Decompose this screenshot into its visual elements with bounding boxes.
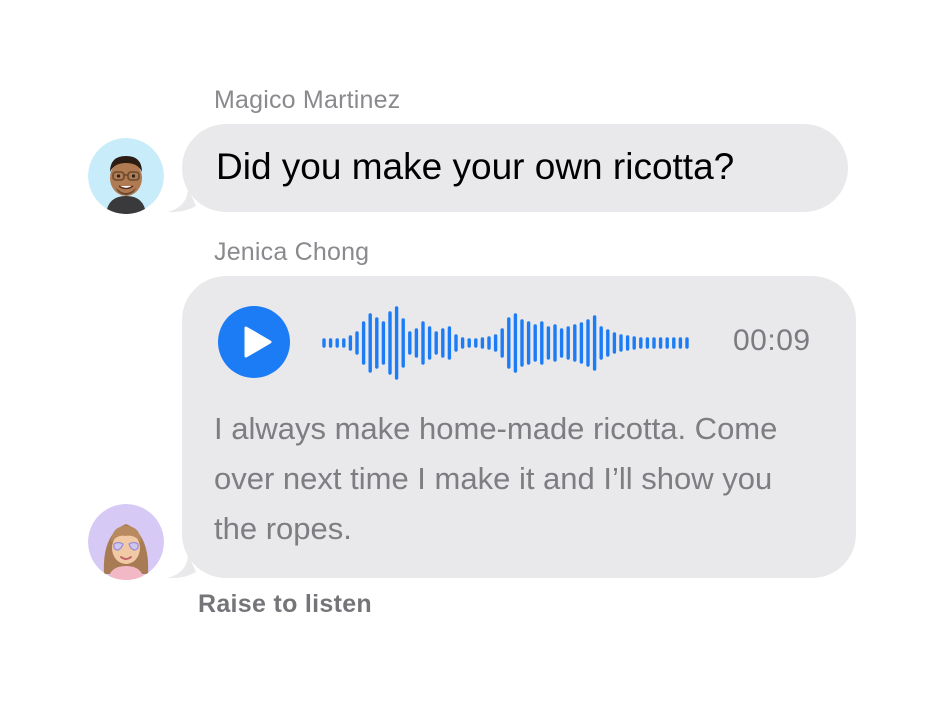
play-icon bbox=[244, 326, 272, 358]
bubble-tail-1 bbox=[168, 188, 196, 213]
play-button[interactable] bbox=[218, 306, 290, 378]
avatar-jenica[interactable] bbox=[88, 504, 164, 580]
audio-transcript: I always make home-made ricotta. Come ov… bbox=[214, 411, 778, 546]
memoji-woman-icon bbox=[88, 504, 164, 580]
sender-name-jenica: Jenica Chong bbox=[214, 238, 370, 266]
message-text: Did you make your own ricotta? bbox=[216, 146, 735, 187]
memoji-man-icon bbox=[88, 138, 164, 214]
raise-to-listen-hint: Raise to listen bbox=[198, 590, 372, 618]
sender-name-magico: Magico Martinez bbox=[214, 86, 401, 114]
audio-message-bubble[interactable]: 00:09 I always make home-made ricotta. C… bbox=[182, 276, 856, 578]
avatar-magico[interactable] bbox=[88, 138, 164, 214]
audio-waveform[interactable] bbox=[318, 288, 718, 398]
bubble-tail-2 bbox=[168, 554, 196, 579]
audio-duration: 00:09 bbox=[733, 324, 811, 357]
message-bubble-1[interactable]: Did you make your own ricotta? bbox=[182, 124, 848, 212]
